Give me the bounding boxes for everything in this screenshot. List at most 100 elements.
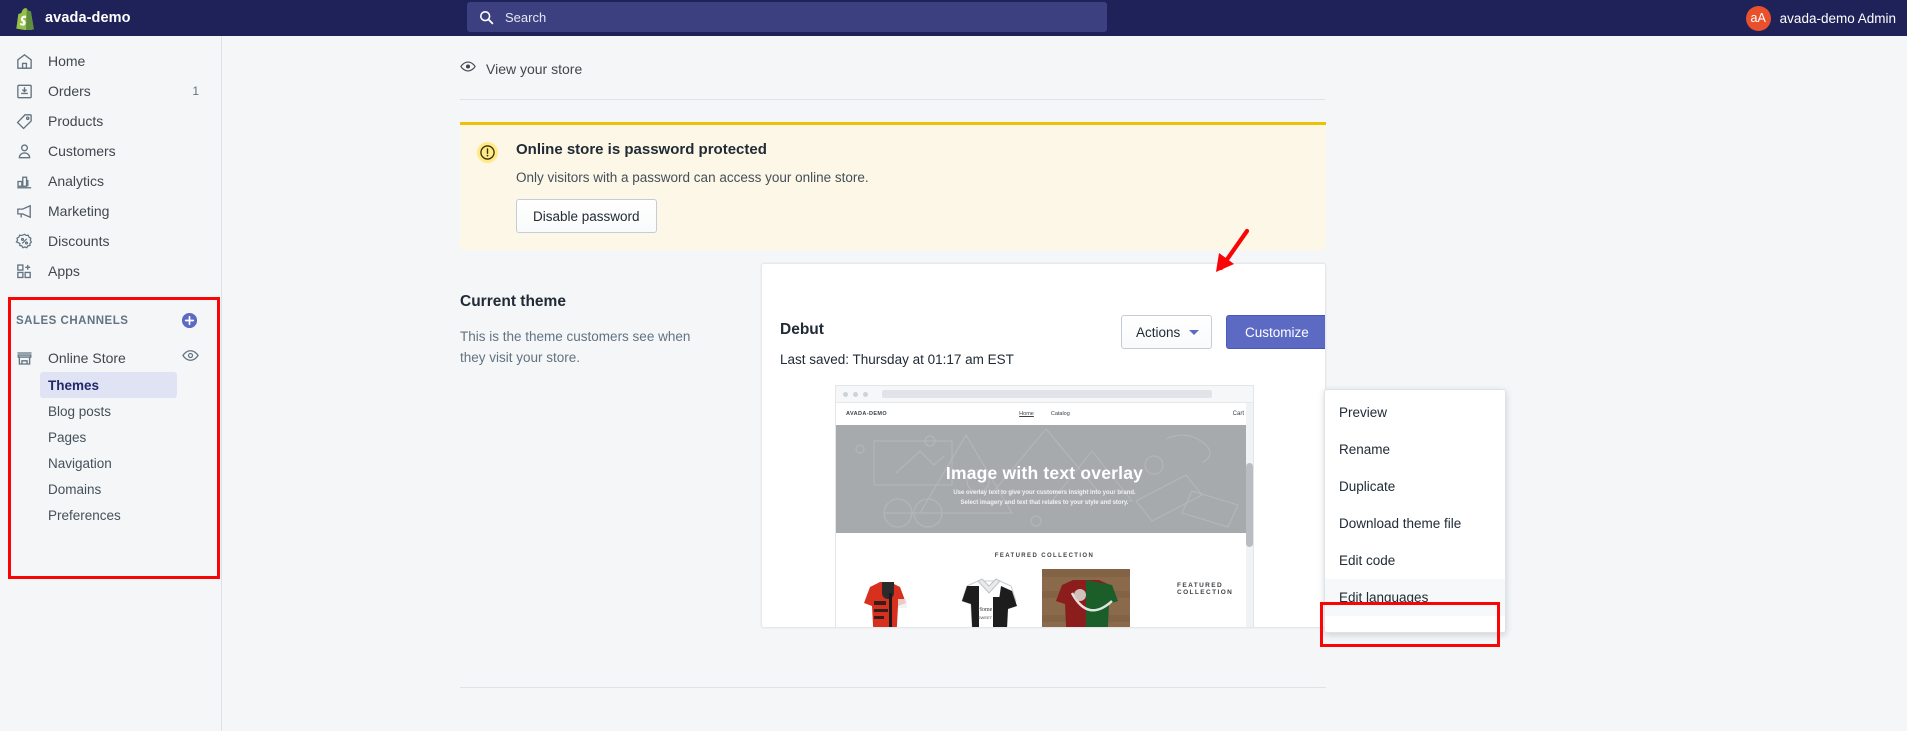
- eye-view-icon: [460, 60, 476, 78]
- sidebar-item-marketing[interactable]: Marketing: [0, 196, 221, 226]
- preview-nav-catalog: Catalog: [1050, 411, 1070, 417]
- preview-browser-chrome: [836, 386, 1253, 403]
- discounts-percent-icon: [14, 231, 34, 251]
- actions-button[interactable]: Actions: [1121, 315, 1213, 349]
- search-placeholder: Search: [505, 9, 547, 25]
- sidebar-item-customers[interactable]: Customers: [0, 136, 221, 166]
- actions-dropdown-menu: Preview Rename Duplicate Download theme …: [1324, 389, 1506, 633]
- menu-item-label: Edit code: [1339, 553, 1396, 568]
- sidebar-item-label: Customers: [48, 143, 116, 159]
- sidebar-item-preferences[interactable]: Preferences: [40, 502, 177, 528]
- sidebar-item-discounts[interactable]: Discounts: [0, 226, 221, 256]
- shopify-bag-icon: [14, 7, 36, 30]
- preview-product-2: Home SWEET: [945, 569, 1033, 627]
- preview-featured-label: FEATURED COLLECTION: [994, 553, 1095, 559]
- sidebar-sub-label: Navigation: [48, 455, 112, 471]
- theme-preview[interactable]: AVADA-DEMO Home Catalog Cart Image with …: [835, 385, 1254, 627]
- customize-button[interactable]: Customize: [1226, 315, 1325, 349]
- divider-top: [460, 99, 1325, 100]
- chevron-down-icon: [1189, 329, 1200, 335]
- menu-item-label: Edit languages: [1339, 590, 1429, 605]
- top-bar: avada-demo Search aA avada-demo Admin: [0, 0, 1907, 36]
- sidebar-item-home[interactable]: Home: [0, 46, 221, 76]
- actions-label: Actions: [1136, 324, 1181, 340]
- sidebar-item-blog-posts[interactable]: Blog posts: [40, 398, 177, 424]
- store-brand[interactable]: avada-demo: [0, 0, 222, 36]
- preview-featured-label-2: FEATURED COLLECTION: [1177, 582, 1234, 596]
- sales-channels-title: SALES CHANNELS: [16, 315, 129, 327]
- preview-hero: Image with text overlay Use overlay text…: [836, 425, 1253, 533]
- menu-item-edit-languages[interactable]: Edit languages: [1325, 579, 1505, 616]
- apps-grid-plus-icon: [14, 261, 34, 281]
- current-theme-description: This is the theme customers see when the…: [460, 329, 691, 365]
- preview-scrollbar-track[interactable]: [1246, 403, 1253, 627]
- sidebar-item-domains[interactable]: Domains: [40, 476, 177, 502]
- sidebar-sub-label: Themes: [48, 377, 100, 393]
- sidebar-item-label: Orders: [48, 83, 91, 99]
- sidebar-item-label: Home: [48, 53, 86, 69]
- plus-circle-icon[interactable]: [181, 312, 198, 329]
- preview-nav-home: Home: [1019, 411, 1034, 417]
- sidebar: Home Orders 1 Products Customers Analyti…: [0, 36, 222, 731]
- red-arrow-icon: [1207, 228, 1251, 279]
- sidebar-item-products[interactable]: Products: [0, 106, 221, 136]
- user-name: avada-demo Admin: [1779, 10, 1896, 26]
- preview-hero-title: Image with text overlay: [945, 463, 1144, 483]
- customize-label: Customize: [1245, 324, 1309, 340]
- password-protected-banner: Online store is password protected Only …: [460, 122, 1326, 250]
- disable-password-button[interactable]: Disable password: [516, 199, 657, 233]
- preview-nav: AVADA-DEMO Home Catalog Cart: [836, 403, 1253, 425]
- analytics-bars-icon: [14, 171, 34, 191]
- customers-person-icon: [14, 141, 34, 161]
- store-name: avada-demo: [45, 10, 131, 26]
- sidebar-item-label: Discounts: [48, 233, 110, 249]
- sidebar-item-navigation[interactable]: Navigation: [40, 450, 177, 476]
- preview-product-3: [1042, 569, 1130, 627]
- menu-item-duplicate[interactable]: Duplicate: [1325, 468, 1505, 505]
- menu-item-download-theme-file[interactable]: Download theme file: [1325, 505, 1505, 542]
- sidebar-item-orders[interactable]: Orders 1: [0, 76, 221, 106]
- menu-item-label: Rename: [1339, 442, 1391, 457]
- menu-item-label: Preview: [1339, 405, 1388, 420]
- sidebar-item-label: Apps: [48, 263, 80, 279]
- alert-exclamation-icon: [477, 142, 498, 163]
- search-bar[interactable]: Search: [467, 2, 1107, 32]
- menu-item-label: Duplicate: [1339, 479, 1396, 494]
- menu-item-rename[interactable]: Rename: [1325, 431, 1505, 468]
- eye-icon[interactable]: [182, 349, 199, 367]
- banner-subtitle: Only visitors with a password can access…: [516, 170, 869, 185]
- sidebar-item-pages[interactable]: Pages: [40, 424, 177, 450]
- banner-title: Online store is password protected: [516, 141, 767, 158]
- sidebar-sub-label: Pages: [48, 429, 87, 445]
- sidebar-item-apps[interactable]: Apps: [0, 256, 221, 286]
- menu-item-preview[interactable]: Preview: [1325, 394, 1505, 431]
- user-menu[interactable]: aA avada-demo Admin: [1745, 0, 1896, 36]
- marketing-megaphone-icon: [14, 201, 34, 221]
- sidebar-item-analytics[interactable]: Analytics: [0, 166, 221, 196]
- sidebar-item-label: Marketing: [48, 203, 110, 219]
- sidebar-sub-label: Preferences: [48, 507, 121, 523]
- home-icon: [14, 51, 34, 71]
- sidebar-item-themes[interactable]: Themes: [40, 372, 177, 398]
- theme-name: Debut: [780, 321, 824, 338]
- browser-dot-icon: [853, 391, 858, 397]
- main-content: View your store Online store is password…: [222, 36, 1907, 731]
- browser-dot-icon: [863, 391, 868, 397]
- preview-product-1: [848, 569, 936, 627]
- menu-item-edit-code[interactable]: Edit code: [1325, 542, 1505, 579]
- theme-card: Debut Last saved: Thursday at 01:17 am E…: [761, 263, 1326, 628]
- preview-cart: Cart: [1232, 411, 1244, 417]
- preview-hero-sub-line2: Select imagery and text that relates to …: [960, 500, 1129, 506]
- sales-channels-header: SALES CHANNELS: [0, 308, 222, 334]
- storefront-icon: [14, 348, 34, 368]
- menu-item-label: Download theme file: [1339, 516, 1462, 531]
- preview-url-bar: [882, 390, 1212, 398]
- sidebar-item-online-store[interactable]: Online Store: [0, 344, 222, 372]
- svg-text:SWEET: SWEET: [978, 615, 993, 620]
- sidebar-item-label: Products: [48, 113, 104, 129]
- avatar: aA: [1745, 5, 1771, 31]
- sidebar-item-label: Analytics: [48, 173, 105, 189]
- preview-scrollbar-thumb[interactable]: [1246, 463, 1253, 547]
- view-your-store-link[interactable]: View your store: [460, 60, 582, 78]
- svg-text:Home: Home: [978, 607, 993, 613]
